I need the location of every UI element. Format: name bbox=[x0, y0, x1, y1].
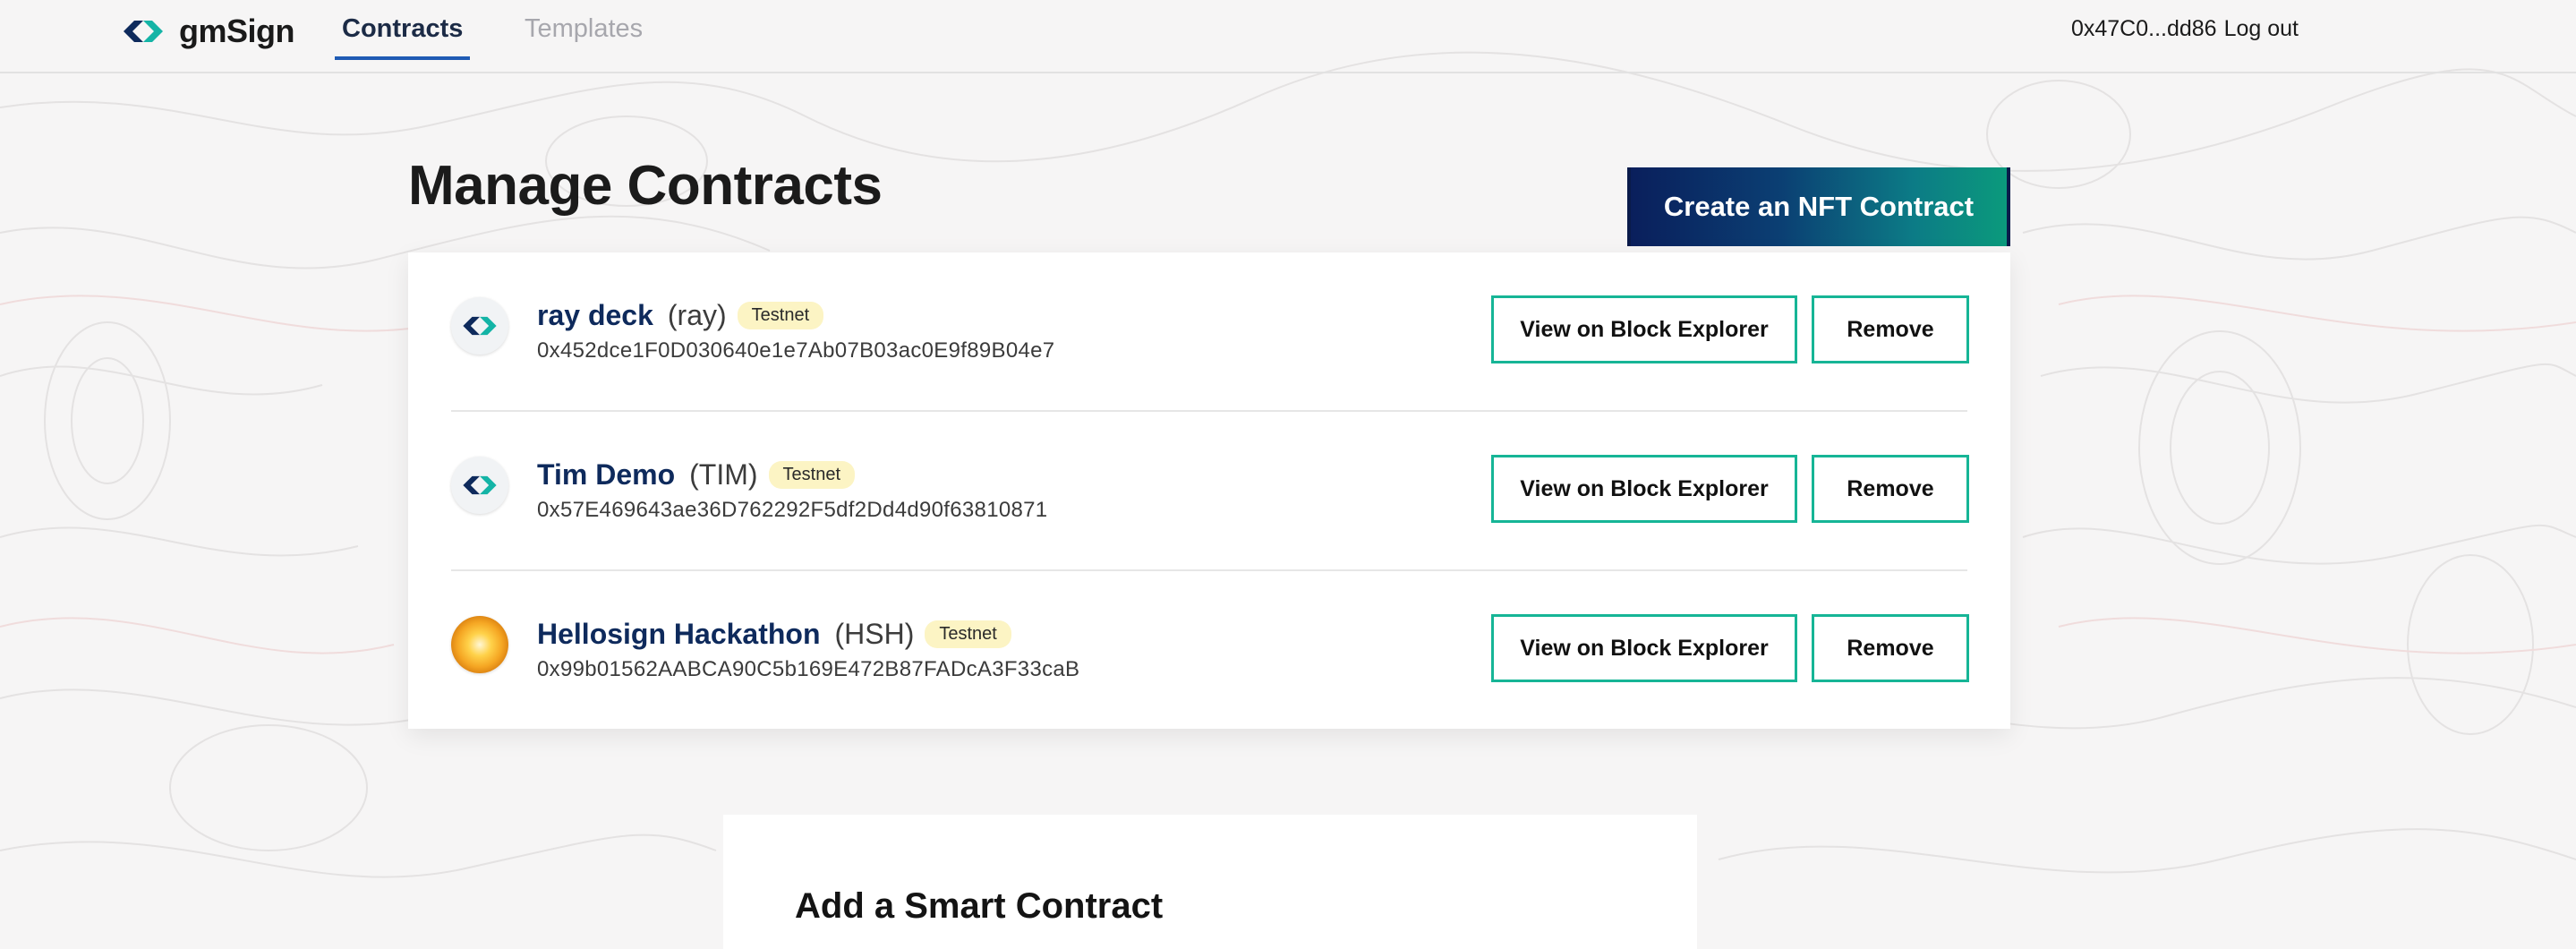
tab-contracts[interactable]: Contracts bbox=[335, 14, 471, 60]
gmsign-logo-icon bbox=[124, 21, 163, 42]
logout-link[interactable]: Log out bbox=[2224, 16, 2299, 42]
network-badge: Testnet bbox=[737, 302, 824, 329]
top-navigation-bar: gmSign Contracts Templates 0x47C0...dd86… bbox=[0, 0, 2576, 73]
add-smart-contract-title: Add a Smart Contract bbox=[795, 886, 1164, 926]
contract-address: 0x57E469643ae36D762292F5df2Dd4d90f638108… bbox=[537, 498, 1048, 522]
view-on-block-explorer-button[interactable]: View on Block Explorer bbox=[1491, 455, 1797, 523]
contract-title-line: Tim Demo (TIM) Testnet bbox=[537, 458, 855, 492]
contract-name: ray deck bbox=[537, 299, 653, 331]
remove-contract-button[interactable]: Remove bbox=[1812, 455, 1969, 523]
contract-name: Hellosign Hackathon bbox=[537, 618, 821, 650]
view-on-block-explorer-button[interactable]: View on Block Explorer bbox=[1491, 614, 1797, 682]
contract-title-line: ray deck (ray) Testnet bbox=[537, 299, 824, 332]
add-smart-contract-panel: Add a Smart Contract bbox=[723, 815, 1697, 949]
contract-symbol: (TIM) bbox=[689, 458, 758, 491]
wallet-address[interactable]: 0x47C0...dd86 bbox=[2071, 16, 2217, 42]
remove-contract-button[interactable]: Remove bbox=[1812, 295, 1969, 363]
contract-address: 0x99b01562AABCA90C5b169E472B87FADcA3F33c… bbox=[537, 657, 1080, 681]
contract-name: Tim Demo bbox=[537, 458, 676, 491]
contracts-list: ray deck (ray) Testnet 0x452dce1F0D03064… bbox=[408, 252, 2010, 729]
contract-title-line: Hellosign Hackathon (HSH) Testnet bbox=[537, 618, 1011, 651]
contract-symbol: (ray) bbox=[667, 299, 727, 331]
gmsign-logo-icon bbox=[451, 297, 508, 355]
create-nft-contract-button[interactable]: Create an NFT Contract bbox=[1627, 167, 2010, 246]
contract-row: ray deck (ray) Testnet 0x452dce1F0D03064… bbox=[451, 252, 1969, 412]
brand-logo[interactable]: gmSign bbox=[120, 9, 295, 54]
contract-row: Hellosign Hackathon (HSH) Testnet 0x99b0… bbox=[451, 571, 1969, 731]
gmsign-logo-icon bbox=[451, 457, 508, 514]
network-badge: Testnet bbox=[925, 620, 1011, 648]
account-menu: 0x47C0...dd86 Log out bbox=[2071, 16, 2299, 42]
contract-symbol: (HSH) bbox=[834, 618, 915, 650]
brand-name: gmSign bbox=[179, 13, 295, 49]
contract-row: Tim Demo (TIM) Testnet 0x57E469643ae36D7… bbox=[451, 412, 1969, 571]
sun-orb-icon bbox=[451, 616, 508, 673]
remove-contract-button[interactable]: Remove bbox=[1812, 614, 1969, 682]
contract-address: 0x452dce1F0D030640e1e7Ab07B03ac0E9f89B04… bbox=[537, 338, 1055, 363]
page-title: Manage Contracts bbox=[408, 155, 883, 217]
tab-templates[interactable]: Templates bbox=[525, 14, 643, 56]
view-on-block-explorer-button[interactable]: View on Block Explorer bbox=[1491, 295, 1797, 363]
network-badge: Testnet bbox=[768, 461, 855, 489]
